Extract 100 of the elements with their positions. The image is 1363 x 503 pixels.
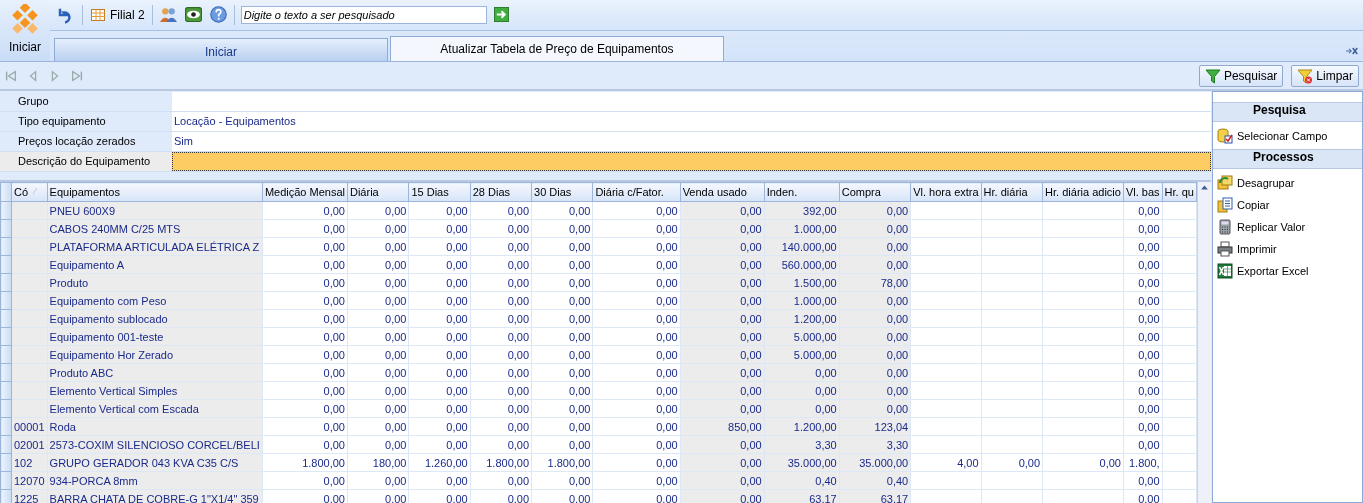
start-button[interactable]: Iniciar <box>0 0 50 61</box>
column-header[interactable]: Medição Mensal <box>262 182 348 202</box>
users-button[interactable] <box>158 5 178 25</box>
table-cell: 0,00 <box>592 417 681 436</box>
row-selector[interactable] <box>0 363 12 382</box>
table-cell: 0,00 <box>262 219 348 238</box>
field-value[interactable]: Locação - Equipamentos <box>172 112 1211 131</box>
column-header[interactable]: Compra <box>839 182 911 202</box>
row-selector[interactable] <box>0 291 12 310</box>
table-cell: 0,00 <box>531 399 593 418</box>
row-selector[interactable] <box>0 399 12 418</box>
tab[interactable]: Iniciar <box>54 38 388 61</box>
section-header: Processos <box>1213 149 1362 169</box>
column-header[interactable]: 28 Dias <box>470 182 532 202</box>
table-cell: 0,00 <box>262 327 348 346</box>
scrollbar[interactable] <box>1197 182 1211 503</box>
row-selector[interactable] <box>0 327 12 346</box>
row-selector[interactable] <box>0 273 12 292</box>
branch-button[interactable]: Filial 2 <box>89 5 146 24</box>
column-header[interactable]: Diária c/Fator. <box>592 182 681 202</box>
last-record-button[interactable] <box>70 68 84 83</box>
table-cell: 0,00 <box>262 201 348 220</box>
tab[interactable]: Atualizar Tabela de Preço de Equipamentos <box>390 36 724 61</box>
row-selector[interactable] <box>0 201 12 220</box>
column-header[interactable]: Equipamentos <box>47 182 263 202</box>
table-cell: 0,00 <box>408 291 471 310</box>
table-cell: 0,00 <box>592 273 681 292</box>
table-cell: 0,00 <box>347 399 409 418</box>
column-header[interactable]: Hr. diária adicio <box>1042 182 1124 202</box>
table-cell: 0,00 <box>470 273 532 292</box>
column-header[interactable]: Hr. qu <box>1162 182 1197 202</box>
column-header[interactable]: Diária <box>347 182 409 202</box>
table-cell: 0,00 <box>1123 471 1163 490</box>
panel-item[interactable]: Imprimir <box>1213 238 1277 260</box>
panel-item[interactable]: Replicar Valor <box>1213 216 1306 238</box>
table-cell: 0,00 <box>262 399 348 418</box>
column-header[interactable]: Vl. hora extra <box>910 182 982 202</box>
table-cell: 0,00 <box>531 237 593 256</box>
table-cell: 0,00 <box>1123 291 1163 310</box>
row-selector[interactable] <box>0 417 12 436</box>
table-cell: 0,00 <box>347 273 409 292</box>
table-cell: 0,00 <box>347 291 409 310</box>
field-value[interactable] <box>172 152 1211 171</box>
field-value[interactable]: Sim <box>172 132 1211 151</box>
table-cell: 1.800, <box>1123 453 1163 472</box>
table-cell: 0,00 <box>1123 345 1163 364</box>
table-cell: 0,00 <box>470 327 532 346</box>
row-selector[interactable] <box>0 219 12 238</box>
help-button[interactable] <box>208 5 228 25</box>
column-header[interactable]: Hr. diária <box>981 182 1043 202</box>
column-header[interactable]: Vl. bas <box>1123 182 1163 202</box>
table-cell: 0,00 <box>1123 201 1163 220</box>
row-selector[interactable] <box>0 489 12 503</box>
table-cell: 0,00 <box>592 453 681 472</box>
search-field[interactable]: Digite o texto a ser pesquisado <box>240 5 487 24</box>
panel-item[interactable]: Exportar Excel <box>1213 260 1309 282</box>
panel-item[interactable]: Copiar <box>1213 194 1270 216</box>
table-cell: 0,00 <box>262 381 348 400</box>
column-header[interactable]: Inden. <box>764 182 840 202</box>
section-header: Pesquisa <box>1213 102 1362 122</box>
table-cell: 1.800,00 <box>531 453 593 472</box>
column-header[interactable]: Venda usado <box>680 182 765 202</box>
table-cell: 0,00 <box>470 399 532 418</box>
field-value[interactable] <box>172 92 1211 111</box>
field-label: Descrição do Equipamento <box>0 152 172 171</box>
table-cell: 0,00 <box>470 363 532 382</box>
row-selector[interactable] <box>0 381 12 400</box>
action-button[interactable]: Pesquisar <box>1198 64 1284 87</box>
table-cell: 0,00 <box>408 381 471 400</box>
row-selector[interactable] <box>0 345 12 364</box>
row-selector[interactable] <box>0 309 12 328</box>
row-selector[interactable] <box>0 237 12 256</box>
funnel-icon <box>1204 67 1221 84</box>
panel-item[interactable]: Desagrupar <box>1213 172 1295 194</box>
row-selector[interactable] <box>0 471 12 490</box>
table-cell: 0,00 <box>408 219 471 238</box>
table-cell: 0,00 <box>262 237 348 256</box>
table-cell: 0,00 <box>408 363 471 382</box>
table-cell: 1.800,00 <box>470 453 532 472</box>
column-header[interactable]: 30 Dias <box>531 182 593 202</box>
help-icon <box>209 6 227 24</box>
table-cell: 0,00 <box>262 291 348 310</box>
action-button[interactable]: Limpar <box>1291 64 1359 87</box>
row-selector[interactable] <box>0 435 12 454</box>
row-selector[interactable] <box>0 255 12 274</box>
row-selector[interactable] <box>0 453 12 472</box>
users-icon <box>159 6 177 24</box>
table-cell: 0,00 <box>262 435 348 454</box>
table-cell: 0,00 <box>262 309 348 328</box>
column-header[interactable]: Có <box>11 182 48 202</box>
eye-button[interactable] <box>183 5 203 25</box>
funnel-clear-icon <box>1297 67 1314 84</box>
table-cell: 0,00 <box>347 309 409 328</box>
table-cell: 0,00 <box>592 201 681 220</box>
column-header[interactable]: 15 Dias <box>408 182 471 202</box>
panel-item[interactable]: Selecionar Campo <box>1213 125 1328 147</box>
eye-icon <box>184 6 202 24</box>
table-cell: 0,00 <box>262 255 348 274</box>
go-button[interactable] <box>492 6 510 24</box>
first-record-button[interactable] <box>4 68 18 83</box>
